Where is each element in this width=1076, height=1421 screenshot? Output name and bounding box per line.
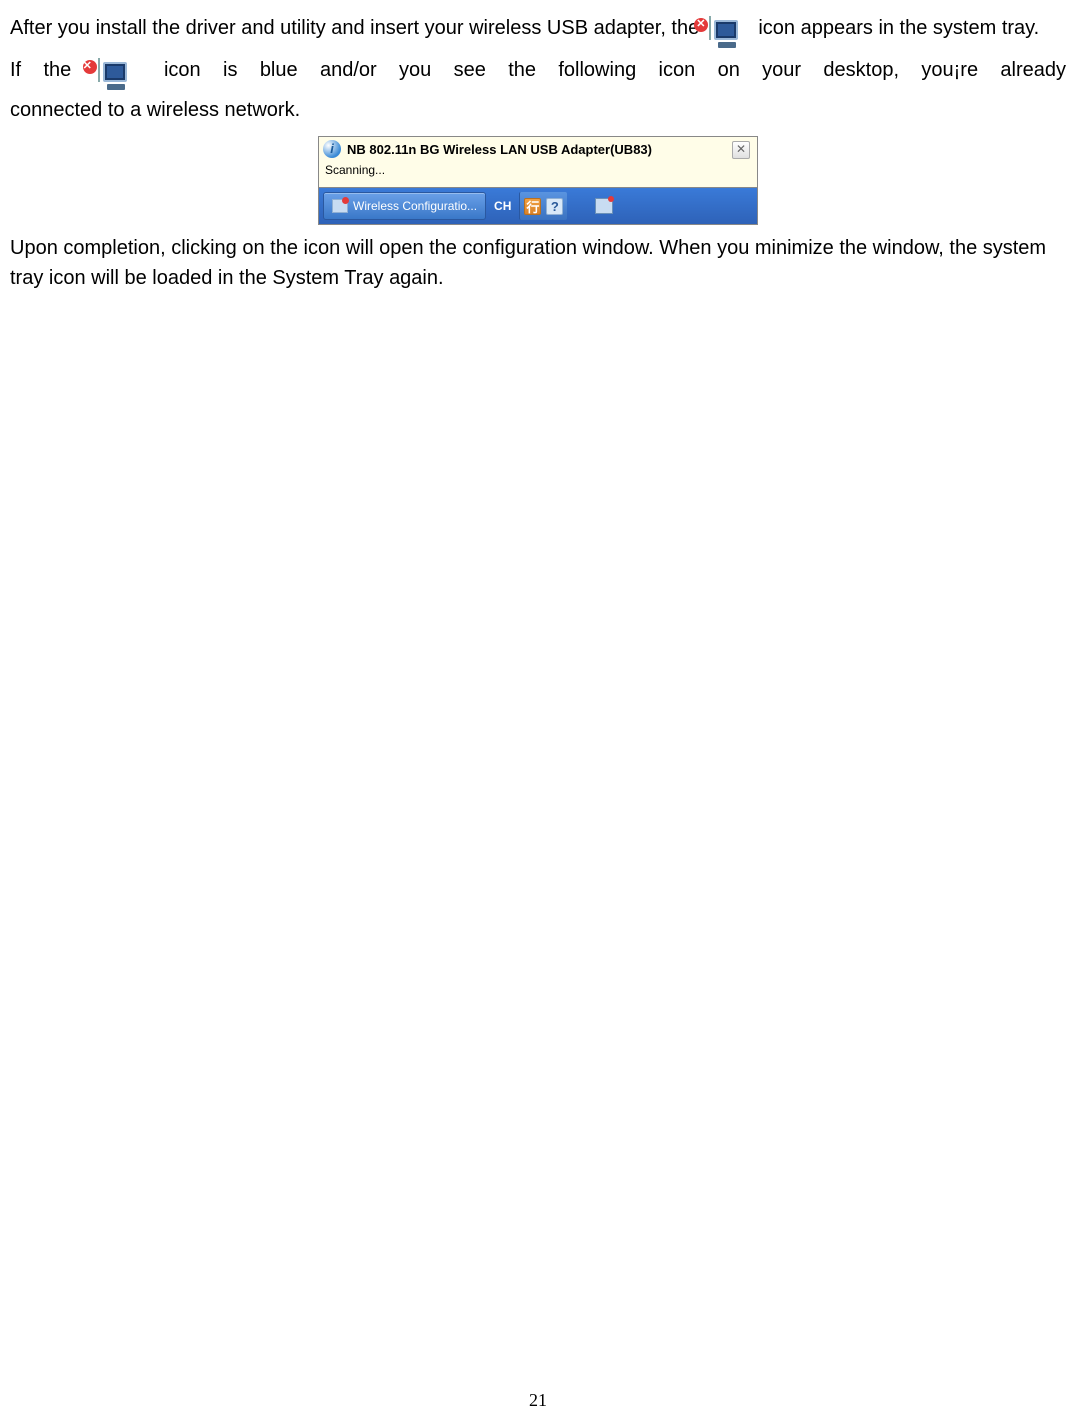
tray-section: 行 ? [519, 192, 567, 220]
page-number: 21 [0, 1390, 1076, 1411]
taskbar-app-icon [332, 199, 348, 213]
tray-wireless-icon[interactable] [595, 198, 613, 214]
taskbar: Wireless Configuratio... CH 行 ? [319, 188, 757, 224]
para1-text-b: icon appears in the system tray. [758, 17, 1039, 39]
paragraph-3: Upon completion, clicking on the icon wi… [10, 233, 1066, 293]
para2-line2: connected to a wireless network. [10, 90, 1066, 130]
help-icon[interactable]: ? [546, 198, 563, 215]
wireless-monitor-icon [98, 50, 138, 84]
taskbar-button-label: Wireless Configuratio... [353, 199, 477, 213]
para2-text-b: icon is blue and/or you see the followin… [164, 59, 1066, 81]
ime-icon[interactable]: 行 [524, 198, 541, 215]
balloon-screenshot: i NB 802.11n BG Wireless LAN USB Adapter… [10, 136, 1066, 225]
balloon-close-button[interactable]: ✕ [732, 141, 750, 159]
paragraph-2: If the icon is blue and/or you see the f… [10, 50, 1066, 130]
balloon-title: NB 802.11n BG Wireless LAN USB Adapter(U… [347, 142, 726, 157]
taskbar-wireless-config-button[interactable]: Wireless Configuratio... [323, 192, 486, 220]
para2-text-a: If the [10, 59, 94, 81]
language-indicator[interactable]: CH [490, 199, 515, 213]
paragraph-1: After you install the driver and utility… [10, 8, 1066, 48]
wireless-monitor-icon [709, 8, 749, 42]
balloon-body: Scanning... [319, 159, 757, 187]
para1-text-a: After you install the driver and utility… [10, 17, 705, 39]
info-icon: i [323, 140, 341, 158]
